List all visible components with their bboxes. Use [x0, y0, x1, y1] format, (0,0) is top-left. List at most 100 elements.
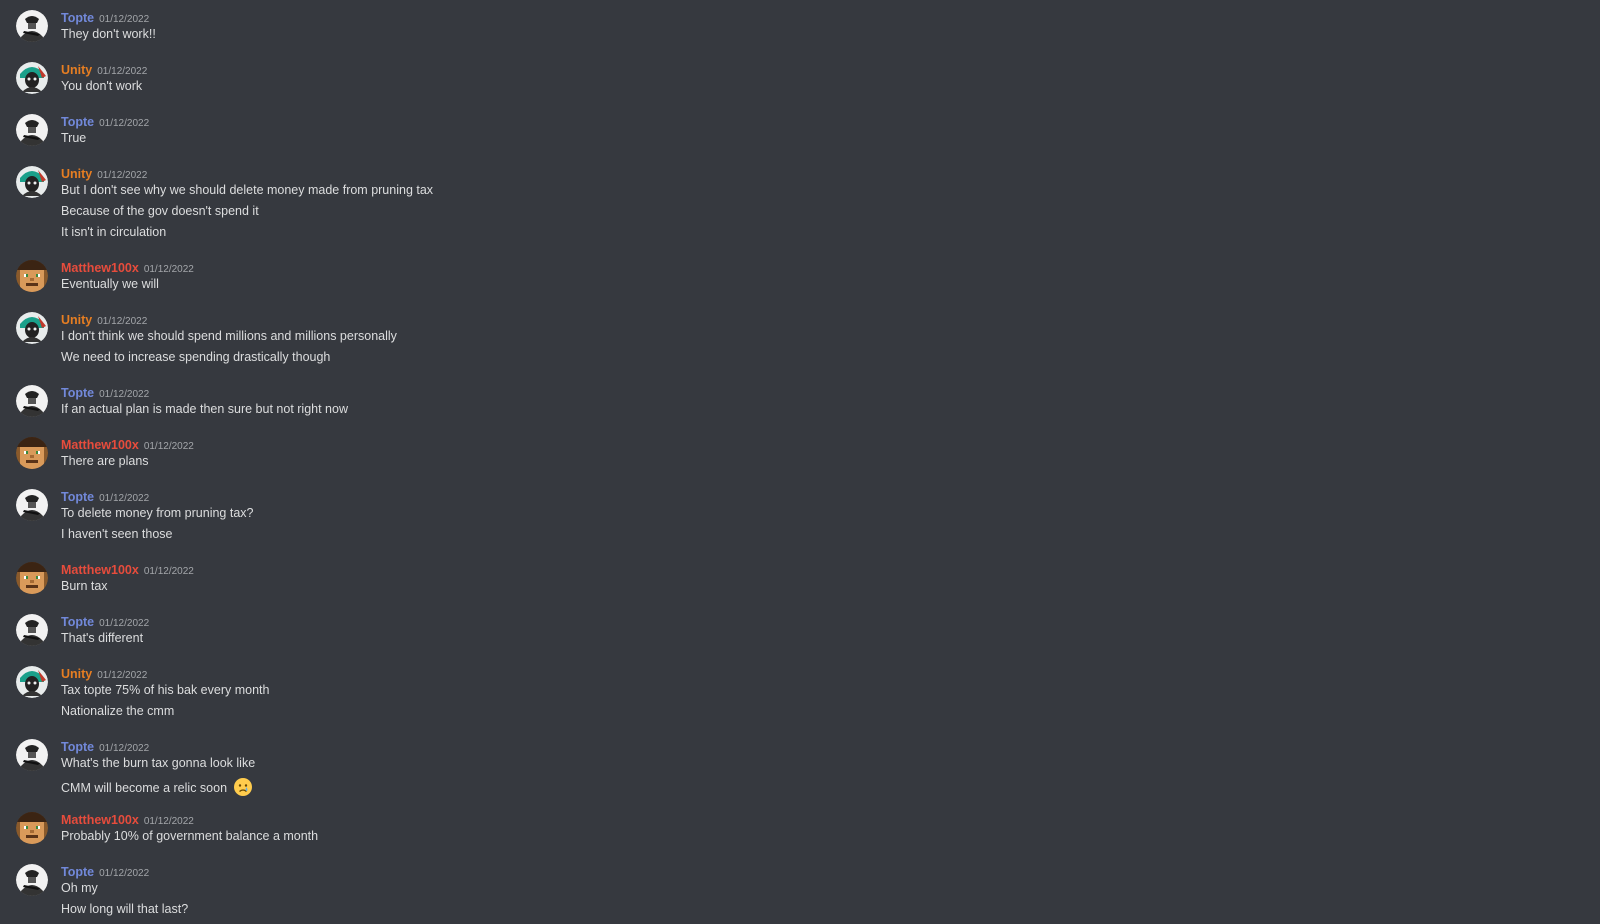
message-text: You don't work — [61, 79, 143, 93]
author-name[interactable]: Unity — [61, 167, 92, 181]
topte-avatar-icon — [16, 489, 48, 521]
message-text-with-emoji: CMM will become a relic soon — [61, 777, 253, 797]
topte-avatar-icon — [16, 10, 48, 42]
author-name[interactable]: Unity — [61, 313, 92, 327]
avatar-unity[interactable] — [16, 666, 48, 698]
topte-avatar-icon — [16, 864, 48, 896]
timestamp: 01/12/2022 — [99, 118, 150, 129]
message-header: Topte 01/12/2022 — [61, 113, 149, 131]
author-name[interactable]: Matthew100x — [61, 261, 139, 275]
avatar-matthew100x[interactable] — [16, 260, 48, 292]
message-text: Oh my — [61, 881, 98, 895]
author-name[interactable]: Matthew100x — [61, 813, 139, 827]
avatar-unity[interactable] — [16, 312, 48, 344]
topte-avatar-icon — [16, 614, 48, 646]
avatar-topte[interactable] — [16, 114, 48, 146]
timestamp: 01/12/2022 — [97, 316, 148, 327]
avatar-topte[interactable] — [16, 864, 48, 896]
message-header: Matthew100x 01/12/2022 — [61, 811, 194, 829]
message-text: To delete money from pruning tax? — [61, 506, 254, 520]
message-text: That's different — [61, 631, 144, 645]
timestamp: 01/12/2022 — [143, 566, 194, 577]
message-text: What's the burn tax gonna look like — [61, 756, 256, 770]
message-text: They don't work!! — [61, 27, 156, 41]
message-header: Topte 01/12/2022 — [61, 863, 149, 881]
message-text: CMM will become a relic soon — [61, 781, 228, 795]
unity-avatar-icon — [16, 666, 48, 698]
avatar-unity[interactable] — [16, 62, 48, 94]
author-name[interactable]: Topte — [61, 865, 94, 879]
message-header: Topte 01/12/2022 — [61, 488, 149, 506]
author-name[interactable]: Topte — [61, 490, 94, 504]
timestamp: 01/12/2022 — [99, 618, 150, 629]
timestamp: 01/12/2022 — [99, 493, 150, 504]
pixel-face-avatar-icon — [16, 562, 48, 594]
message-text: We need to increase spending drastically… — [61, 350, 331, 364]
unity-avatar-icon — [16, 312, 48, 344]
pixel-face-avatar-icon — [16, 812, 48, 844]
message-text: But I don't see why we should delete mon… — [61, 183, 434, 197]
message-text: How long will that last? — [61, 902, 189, 916]
message-header: Matthew100x 01/12/2022 — [61, 436, 194, 454]
message-text: Probably 10% of government balance a mon… — [61, 829, 319, 843]
avatar-unity[interactable] — [16, 166, 48, 198]
pixel-face-avatar-icon — [16, 260, 48, 292]
avatar-topte[interactable] — [16, 489, 48, 521]
message-text: Nationalize the cmm — [61, 704, 175, 718]
timestamp: 01/12/2022 — [143, 264, 194, 275]
author-name[interactable]: Topte — [61, 386, 94, 400]
avatar-matthew100x[interactable] — [16, 562, 48, 594]
crying-face-icon[interactable] — [233, 777, 253, 797]
avatar-matthew100x[interactable] — [16, 437, 48, 469]
message-text: Tax topte 75% of his bak every month — [61, 683, 270, 697]
avatar-topte[interactable] — [16, 385, 48, 417]
message-text: There are plans — [61, 454, 149, 468]
author-name[interactable]: Matthew100x — [61, 438, 139, 452]
chat-message-list[interactable]: Topte 01/12/2022 They don't work!! Unity 0… — [0, 0, 1600, 924]
author-name[interactable]: Topte — [61, 11, 94, 25]
timestamp: 01/12/2022 — [97, 170, 148, 181]
unity-avatar-icon — [16, 166, 48, 198]
author-name[interactable]: Unity — [61, 667, 92, 681]
message-header: Matthew100x 01/12/2022 — [61, 561, 194, 579]
message-text: Because of the gov doesn't spend it — [61, 204, 259, 218]
author-name[interactable]: Topte — [61, 740, 94, 754]
author-name[interactable]: Matthew100x — [61, 563, 139, 577]
message-text: Eventually we will — [61, 277, 159, 291]
author-name[interactable]: Topte — [61, 615, 94, 629]
message-header: Unity 01/12/2022 — [61, 311, 147, 329]
topte-avatar-icon — [16, 385, 48, 417]
avatar-topte[interactable] — [16, 614, 48, 646]
message-text: I haven't seen those — [61, 527, 173, 541]
timestamp: 01/12/2022 — [99, 389, 150, 400]
message-header: Topte 01/12/2022 — [61, 9, 149, 27]
message-text: I don't think we should spend millions a… — [61, 329, 397, 343]
timestamp: 01/12/2022 — [97, 66, 148, 77]
timestamp: 01/12/2022 — [99, 868, 150, 879]
timestamp: 01/12/2022 — [99, 743, 150, 754]
avatar-matthew100x[interactable] — [16, 812, 48, 844]
topte-avatar-icon — [16, 739, 48, 771]
message-text: Burn tax — [61, 579, 108, 593]
timestamp: 01/12/2022 — [99, 14, 150, 25]
author-name[interactable]: Unity — [61, 63, 92, 77]
timestamp: 01/12/2022 — [97, 670, 148, 681]
timestamp: 01/12/2022 — [143, 816, 194, 827]
timestamp: 01/12/2022 — [143, 441, 194, 452]
message-header: Matthew100x 01/12/2022 — [61, 259, 194, 277]
message-header: Topte 01/12/2022 — [61, 738, 149, 756]
unity-avatar-icon — [16, 62, 48, 94]
message-header: Topte 01/12/2022 — [61, 613, 149, 631]
topte-avatar-icon — [16, 114, 48, 146]
message-header: Unity 01/12/2022 — [61, 665, 147, 683]
message-text: If an actual plan is made then sure but … — [61, 402, 348, 416]
avatar-topte[interactable] — [16, 10, 48, 42]
avatar-topte[interactable] — [16, 739, 48, 771]
author-name[interactable]: Topte — [61, 115, 94, 129]
message-text: It isn't in circulation — [61, 225, 167, 239]
message-header: Unity 01/12/2022 — [61, 61, 147, 79]
message-header: Unity 01/12/2022 — [61, 165, 147, 183]
pixel-face-avatar-icon — [16, 437, 48, 469]
message-text: True — [61, 131, 87, 145]
message-header: Topte 01/12/2022 — [61, 384, 149, 402]
